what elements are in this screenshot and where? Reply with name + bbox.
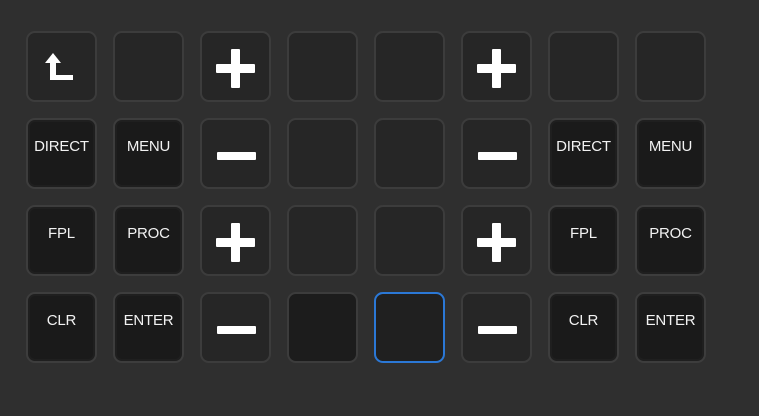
keypad-grid: DIRECT MENU DIRECT MENU FPL PROC FPL PROC CLR ENT…	[26, 31, 706, 363]
minus-icon	[478, 326, 517, 334]
key-label: CLR	[568, 312, 599, 329]
key-label: PROC	[649, 225, 692, 242]
blank-key-r4c4[interactable]	[287, 292, 358, 363]
key-label: FPL	[48, 225, 75, 242]
key-label: CLR	[46, 312, 77, 329]
key-label: ENTER	[123, 312, 174, 329]
blank-key-r1c8[interactable]	[635, 31, 706, 102]
decrement-key-right-bottom[interactable]	[461, 292, 532, 363]
decrement-key-left-top[interactable]	[200, 118, 271, 189]
blank-key-r4c5[interactable]	[374, 292, 445, 363]
increment-key-left-top[interactable]	[200, 31, 271, 102]
clr-key-right[interactable]: CLR	[548, 292, 619, 363]
blank-key-r3c5[interactable]	[374, 205, 445, 276]
blank-key-r1c7[interactable]	[548, 31, 619, 102]
proc-key-right[interactable]: PROC	[635, 205, 706, 276]
decrement-key-right-top[interactable]	[461, 118, 532, 189]
direct-key-left[interactable]: DIRECT	[26, 118, 97, 189]
increment-key-right-top[interactable]	[461, 31, 532, 102]
blank-key-r2c4[interactable]	[287, 118, 358, 189]
blank-key-r1c4[interactable]	[287, 31, 358, 102]
key-label: MENU	[126, 138, 171, 155]
fpl-key-left[interactable]: FPL	[26, 205, 97, 276]
menu-key-right[interactable]: MENU	[635, 118, 706, 189]
return-up-arrow-icon	[45, 53, 73, 80]
key-label: DIRECT	[556, 138, 611, 155]
key-label: DIRECT	[34, 138, 89, 155]
minus-icon	[217, 326, 256, 334]
direct-key-right[interactable]: DIRECT	[548, 118, 619, 189]
key-label: ENTER	[645, 312, 696, 329]
blank-key-r1c2[interactable]	[113, 31, 184, 102]
minus-icon	[217, 152, 256, 160]
key-label: FPL	[570, 225, 597, 242]
back-key[interactable]	[26, 31, 97, 102]
menu-key-left[interactable]: MENU	[113, 118, 184, 189]
blank-key-r1c5[interactable]	[374, 31, 445, 102]
enter-key-right[interactable]: ENTER	[635, 292, 706, 363]
proc-key-left[interactable]: PROC	[113, 205, 184, 276]
minus-icon	[478, 152, 517, 160]
increment-key-left-bottom[interactable]	[200, 205, 271, 276]
key-label: MENU	[648, 138, 693, 155]
enter-key-left[interactable]: ENTER	[113, 292, 184, 363]
key-label: PROC	[127, 225, 170, 242]
increment-key-right-bottom[interactable]	[461, 205, 532, 276]
decrement-key-left-bottom[interactable]	[200, 292, 271, 363]
fpl-key-right[interactable]: FPL	[548, 205, 619, 276]
blank-key-r3c4[interactable]	[287, 205, 358, 276]
blank-key-r2c5[interactable]	[374, 118, 445, 189]
clr-key-left[interactable]: CLR	[26, 292, 97, 363]
